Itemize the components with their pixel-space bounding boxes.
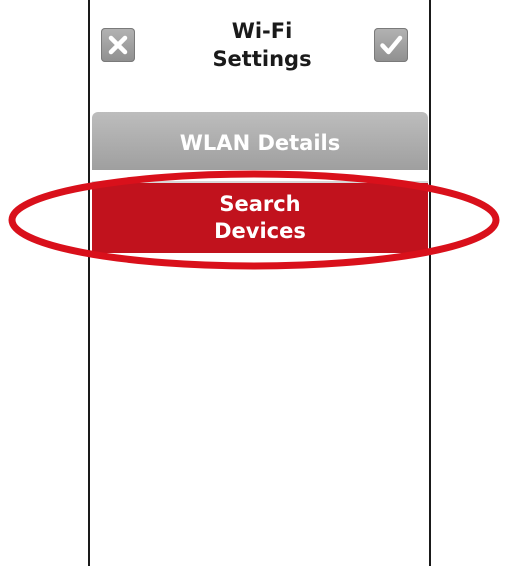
confirm-button[interactable]	[374, 28, 408, 62]
menu-item-search-devices[interactable]: Search Devices	[92, 183, 428, 253]
page-title: Wi-Fi Settings	[165, 17, 359, 73]
device-screen-frame	[88, 0, 431, 566]
menu-item-label-line1: Search	[219, 192, 301, 216]
page-title-line2: Settings	[212, 47, 312, 71]
checkmark-icon	[380, 35, 403, 55]
screen: Wi-Fi Settings WLAN Details Search Devic…	[0, 0, 509, 566]
cancel-button[interactable]	[101, 28, 135, 62]
menu-item-label: Search Devices	[214, 191, 306, 245]
menu-item-wlan-details[interactable]: WLAN Details	[92, 112, 428, 170]
menu-item-label: WLAN Details	[179, 130, 341, 155]
page-title-line1: Wi-Fi	[231, 19, 293, 43]
menu-item-label-line2: Devices	[214, 219, 306, 243]
close-icon	[108, 35, 128, 55]
